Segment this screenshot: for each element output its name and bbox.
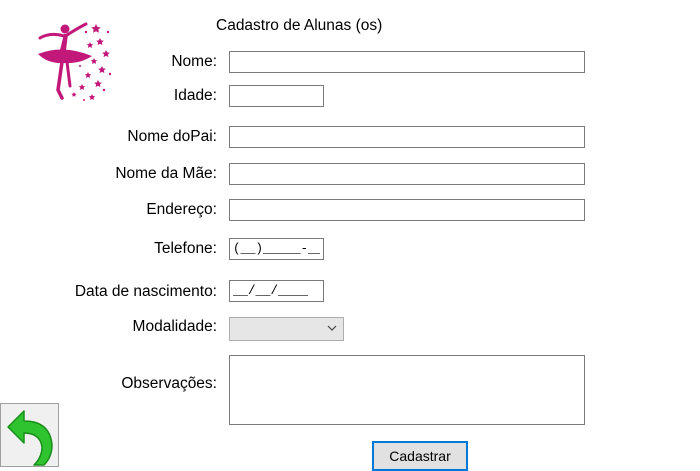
nome-input[interactable] — [229, 51, 585, 73]
idade-input[interactable] — [229, 85, 324, 107]
nome-pai-label: Nome doPai: — [127, 128, 217, 145]
data-nascimento-label: Data de nascimento: — [74, 283, 217, 300]
observacoes-label: Observações: — [121, 375, 217, 392]
back-button[interactable] — [0, 403, 59, 467]
observacoes-textarea[interactable] — [229, 355, 585, 425]
telefone-label: Telefone: — [154, 240, 217, 257]
nome-pai-input[interactable] — [229, 126, 585, 148]
idade-label: Idade: — [173, 87, 217, 104]
form-title: Cadastro de Alunas (os) — [216, 17, 383, 34]
nome-mae-label: Nome da Mãe: — [115, 165, 217, 182]
nome-mae-input[interactable] — [229, 163, 585, 185]
back-arrow-icon — [7, 410, 53, 466]
modalidade-dropdown[interactable] — [229, 317, 344, 341]
chevron-down-icon — [327, 325, 337, 331]
telefone-input[interactable] — [229, 238, 324, 260]
endereco-label: Endereço: — [146, 201, 217, 218]
nome-label: Nome: — [171, 53, 217, 70]
modalidade-label: Modalidade: — [132, 318, 217, 335]
endereco-input[interactable] — [229, 199, 585, 221]
data-nascimento-input[interactable] — [229, 280, 324, 302]
